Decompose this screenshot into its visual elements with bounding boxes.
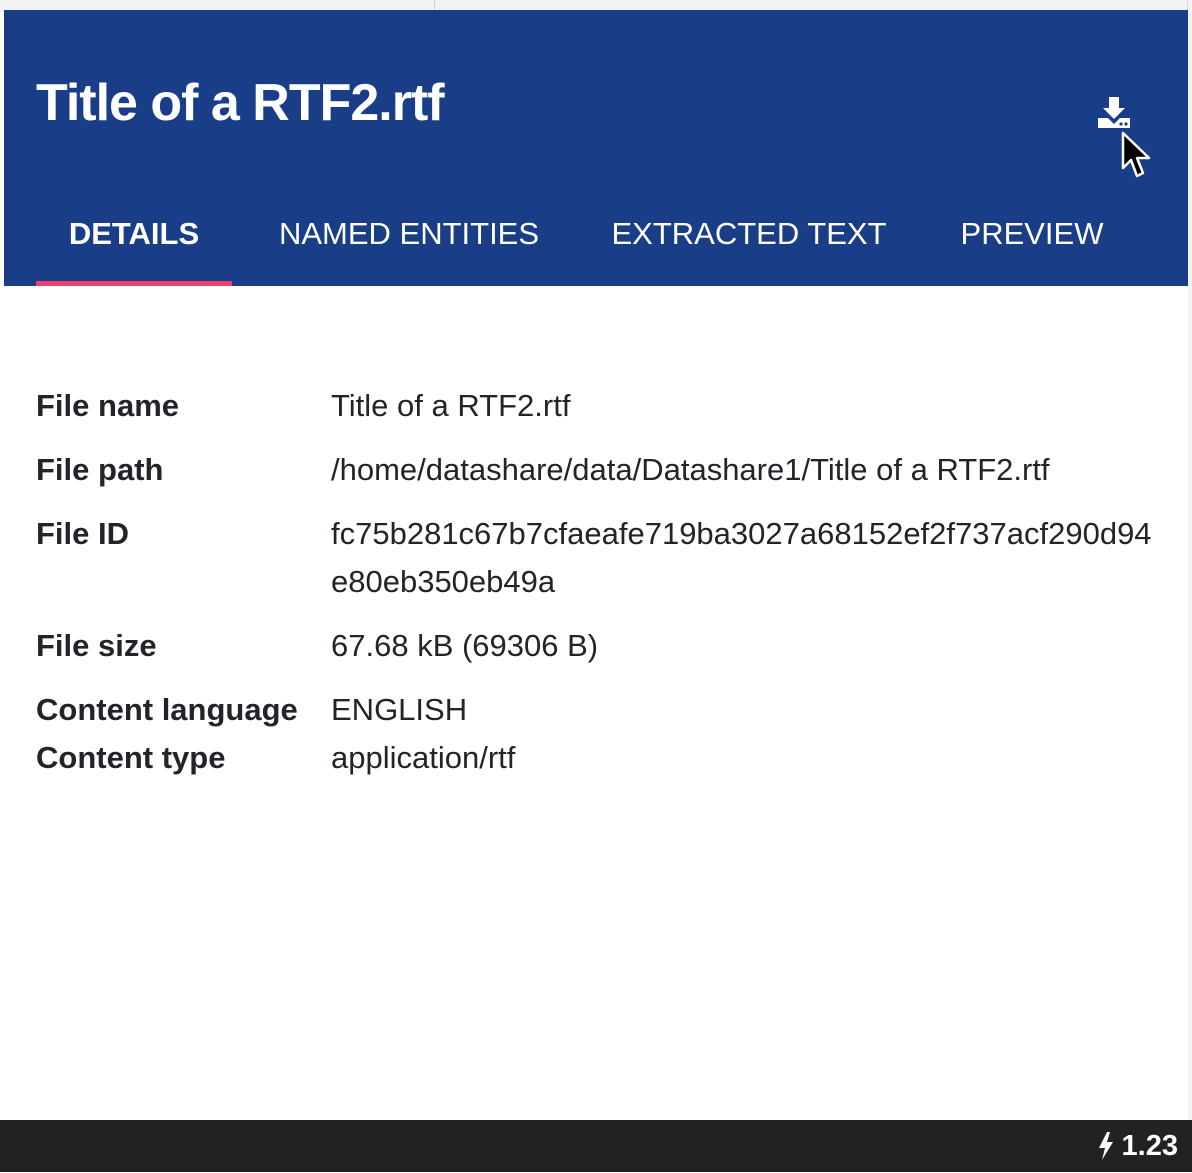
detail-value: Title of a RTF2.rtf [331,388,571,423]
version-number: 1.23 [1121,1130,1178,1162]
detail-label: File path [36,452,164,487]
tab-preview-label: PREVIEW [960,216,1104,251]
detail-label: File ID [36,516,130,551]
detail-label: File name [36,388,179,423]
detail-label: Content language [36,692,298,727]
download-button[interactable] [1094,94,1134,134]
document-title: Title of a RTF2.rtf [36,74,445,132]
status-bar: 1.23 [0,1120,1192,1172]
tab-preview[interactable]: PREVIEW [944,206,1120,286]
detail-label: Content type [36,740,226,775]
tab-extracted-text[interactable]: EXTRACTED TEXT [598,206,900,286]
version-badge: 1.23 [1098,1120,1178,1172]
detail-row-content-language: Content language ENGLISH [36,686,1166,734]
detail-value: /home/datashare/data/Datashare1/Title of… [331,452,1050,487]
document-panel: Title of a RTF2.rtf DETAILS NAMED ENTITI… [4,10,1188,1120]
detail-value: application/rtf [331,740,516,775]
tab-extracted-text-label: EXTRACTED TEXT [611,216,887,251]
document-tabs: DETAILS NAMED ENTITIES EXTRACTED TEXT PR… [4,206,1188,286]
bolt-icon [1098,1132,1113,1160]
tab-named-entities-label: NAMED ENTITIES [278,216,540,251]
document-header: Title of a RTF2.rtf DETAILS NAMED ENTITI… [4,10,1188,286]
detail-value: ENGLISH [331,692,468,727]
document-details: File name Title of a RTF2.rtf File path … [36,382,1166,798]
detail-row-content-type: Content type application/rtf [36,734,1166,782]
detail-value: 67.68 kB (69306 B) [331,628,599,663]
download-icon [1098,97,1130,128]
tab-details[interactable]: DETAILS [36,206,232,286]
detail-row-file-name: File name Title of a RTF2.rtf [36,382,1166,430]
tab-named-entities[interactable]: NAMED ENTITIES [264,206,554,286]
detail-row-file-id: File ID fc75b281c67b7cfaeafe719ba3027a68… [36,510,1166,606]
detail-value: fc75b281c67b7cfaeafe719ba3027a68152ef2f7… [331,516,1152,599]
tab-details-label: DETAILS [68,216,200,251]
detail-row-file-size: File size 67.68 kB (69306 B) [36,622,1166,670]
detail-row-file-path: File path /home/datashare/data/Datashare… [36,446,1166,494]
detail-label: File size [36,628,157,663]
